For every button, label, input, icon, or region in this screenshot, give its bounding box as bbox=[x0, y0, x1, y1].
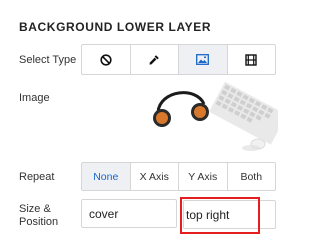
repeat-option-both[interactable]: Both bbox=[228, 163, 276, 190]
image-preview[interactable] bbox=[148, 82, 278, 152]
repeat-label: Repeat bbox=[19, 171, 55, 183]
repeat-option-y-axis[interactable]: Y Axis bbox=[179, 163, 228, 190]
repeat-segmented: None X Axis Y Axis Both bbox=[81, 162, 276, 191]
size-position-label-line2: Position bbox=[19, 216, 59, 228]
type-option-none[interactable] bbox=[82, 45, 131, 74]
none-icon bbox=[100, 53, 112, 66]
repeat-option-x-axis[interactable]: X Axis bbox=[131, 163, 179, 190]
background-position-value: top right bbox=[186, 207, 230, 222]
background-size-input[interactable]: cover bbox=[81, 199, 177, 228]
headphones-keyboard-photo bbox=[148, 82, 278, 152]
eyedropper-icon bbox=[149, 54, 160, 65]
type-option-video[interactable] bbox=[228, 45, 276, 74]
image-label: Image bbox=[19, 92, 50, 104]
select-type-label: Select Type bbox=[19, 54, 77, 66]
select-type-segmented bbox=[81, 44, 276, 75]
panel-title: BACKGROUND LOWER LAYER bbox=[19, 20, 212, 34]
film-icon bbox=[245, 53, 257, 66]
type-option-color[interactable] bbox=[131, 45, 179, 74]
size-position-label-line1: Size & bbox=[19, 203, 51, 215]
image-icon bbox=[196, 54, 210, 65]
repeat-option-none[interactable]: None bbox=[82, 163, 131, 190]
type-option-image[interactable] bbox=[179, 45, 228, 74]
size-position-label: Size & Position bbox=[19, 203, 58, 229]
